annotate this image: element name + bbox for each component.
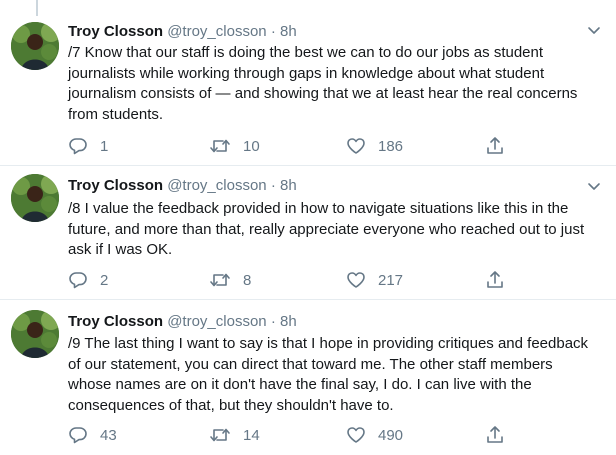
author-handle[interactable]: @troy_closson (167, 313, 266, 330)
reply-count: 2 (100, 271, 109, 289)
tweet-header: Troy Closson @troy_closson · 8h (68, 176, 297, 196)
tweet[interactable]: Troy Closson @troy_closson · 8h /7 Know … (0, 16, 616, 166)
reply-button[interactable]: 2 (68, 270, 108, 290)
tweet[interactable]: Troy Closson @troy_closson · 8h /8 I val… (0, 166, 616, 300)
retweet-button[interactable]: 8 (209, 270, 251, 290)
share-button[interactable] (485, 270, 517, 290)
tweet-text: /7 Know that our staff is doing the best… (68, 44, 578, 123)
separator-dot: · (270, 177, 276, 194)
heart-icon (346, 270, 378, 290)
tweet-text: /9 The last thing I want to say is that … (68, 335, 589, 414)
author-name[interactable]: Troy Closson (68, 23, 163, 40)
tweet-actions: 43 14 490 (68, 425, 508, 447)
like-button[interactable]: 186 (346, 136, 403, 156)
retweet-count: 14 (243, 426, 260, 444)
share-icon (485, 270, 517, 290)
thread-connector-line (36, 0, 38, 16)
author-name[interactable]: Troy Closson (68, 177, 163, 194)
reply-count: 43 (100, 426, 117, 444)
reply-icon (68, 136, 100, 156)
timestamp[interactable]: 8h (280, 23, 297, 40)
tweet-actions: 1 10 186 (68, 136, 508, 158)
timestamp[interactable]: 8h (280, 177, 297, 194)
chevron-down-icon[interactable] (586, 22, 602, 38)
timestamp[interactable]: 8h (280, 313, 297, 330)
heart-icon (346, 136, 378, 156)
reply-button[interactable]: 43 (68, 425, 117, 445)
retweet-button[interactable]: 10 (209, 136, 260, 156)
retweet-count: 8 (243, 271, 252, 289)
avatar[interactable] (11, 310, 59, 358)
chevron-down-icon[interactable] (586, 178, 602, 194)
like-button[interactable]: 490 (346, 425, 403, 445)
separator-dot: · (270, 23, 276, 40)
reply-button[interactable]: 1 (68, 136, 108, 156)
reply-count: 1 (100, 137, 109, 155)
retweet-icon (209, 136, 243, 156)
share-button[interactable] (485, 425, 517, 445)
reply-icon (68, 270, 100, 290)
like-count: 490 (378, 426, 404, 444)
share-icon (485, 136, 517, 156)
tweet-header: Troy Closson @troy_closson · 8h (68, 22, 297, 42)
like-button[interactable]: 217 (346, 270, 403, 290)
tweet[interactable]: Troy Closson @troy_closson · 8h /9 The l… (0, 300, 616, 455)
retweet-icon (209, 425, 243, 445)
like-count: 186 (378, 137, 404, 155)
retweet-count: 10 (243, 137, 260, 155)
heart-icon (346, 425, 378, 445)
reply-icon (68, 425, 100, 445)
share-button[interactable] (485, 136, 517, 156)
avatar[interactable] (11, 22, 59, 70)
avatar[interactable] (11, 174, 59, 222)
author-handle[interactable]: @troy_closson (167, 177, 266, 194)
author-name[interactable]: Troy Closson (68, 313, 163, 330)
tweet-text: /8 I value the feedback provided in how … (68, 200, 585, 258)
tweet-header: Troy Closson @troy_closson · 8h (68, 312, 297, 332)
author-handle[interactable]: @troy_closson (167, 23, 266, 40)
share-icon (485, 425, 517, 445)
separator-dot: · (270, 313, 276, 330)
tweet-actions: 2 8 217 (68, 270, 508, 292)
retweet-button[interactable]: 14 (209, 425, 260, 445)
like-count: 217 (378, 271, 404, 289)
retweet-icon (209, 270, 243, 290)
